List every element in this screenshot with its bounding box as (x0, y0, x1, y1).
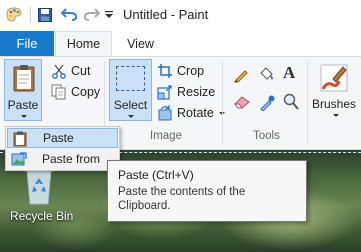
tooltip-body: Paste the contents of the Clipboard. (118, 186, 246, 212)
group-separator (307, 61, 308, 145)
resize-button[interactable]: Resize (157, 82, 215, 102)
resize-label: Resize (177, 85, 216, 99)
eraser-icon[interactable] (233, 95, 251, 109)
tab-file[interactable]: File (0, 31, 54, 56)
fill-bucket-icon[interactable] (257, 65, 275, 83)
menu-item-paste-from[interactable]: Paste from (7, 149, 118, 169)
brushes-dropdown-icon (333, 114, 339, 117)
recycle-bin-label[interactable]: Recycle Bin (10, 209, 73, 223)
brushes-label: Brushes (311, 97, 357, 111)
brushes-button[interactable]: Brushes (311, 59, 361, 121)
tools-group-label: Tools (253, 130, 280, 142)
magnifier-icon[interactable] (283, 93, 299, 111)
title-bar: Untitled - Paint (0, 0, 361, 31)
cut-label: Cut (71, 64, 91, 78)
paste-from-icon (11, 152, 27, 166)
copy-button[interactable]: Copy (51, 82, 100, 102)
color-picker-icon[interactable] (259, 93, 275, 111)
paste-dropdown-icon (21, 115, 27, 118)
crop-label: Crop (177, 64, 205, 78)
text-tool-icon[interactable]: A (283, 63, 295, 83)
ribbon-tabs: File Home View (0, 31, 361, 56)
pencil-icon[interactable] (233, 67, 249, 83)
paste-tooltip: Paste (Ctrl+V) Paste the contents of the… (107, 160, 307, 222)
menu-item-label: Paste (43, 131, 74, 145)
scissors-icon (52, 64, 66, 79)
redo-icon[interactable] (84, 7, 100, 21)
paste-menu: Paste Paste from (5, 126, 120, 171)
crop-icon (158, 64, 172, 78)
window-title: Untitled - Paint (123, 7, 209, 22)
save-icon[interactable] (38, 8, 52, 22)
selection-icon (116, 66, 145, 91)
select-label: Select (113, 98, 148, 112)
tab-home[interactable]: Home (55, 31, 112, 56)
select-button[interactable]: Select (109, 59, 152, 121)
paint-app-icon[interactable] (5, 5, 23, 23)
clipboard-icon (13, 131, 27, 147)
resize-icon (157, 85, 172, 100)
paste-label: Paste (7, 98, 39, 112)
rotate-icon (158, 105, 172, 121)
menu-item-label: Paste from (42, 152, 101, 166)
rotate-button[interactable]: Rotate (157, 103, 225, 123)
customize-dropdown-icon[interactable] (105, 10, 113, 20)
select-dropdown-icon (128, 115, 134, 118)
crop-button[interactable]: Crop (157, 61, 204, 81)
tab-view[interactable]: View (112, 31, 169, 56)
copy-label: Copy (71, 85, 101, 99)
qat-separator (30, 7, 31, 23)
menu-item-paste[interactable]: Paste (7, 128, 118, 148)
cut-button[interactable]: Cut (51, 61, 90, 81)
group-separator (222, 61, 223, 145)
copy-icon (51, 84, 66, 100)
brush-icon (320, 64, 348, 92)
image-group-label: Image (150, 130, 182, 142)
rotate-label: Rotate (177, 106, 214, 120)
paste-button[interactable]: Paste (4, 59, 42, 121)
clipboard-icon (13, 65, 35, 92)
tooltip-title: Paste (Ctrl+V) (118, 168, 194, 182)
undo-icon[interactable] (61, 7, 77, 21)
